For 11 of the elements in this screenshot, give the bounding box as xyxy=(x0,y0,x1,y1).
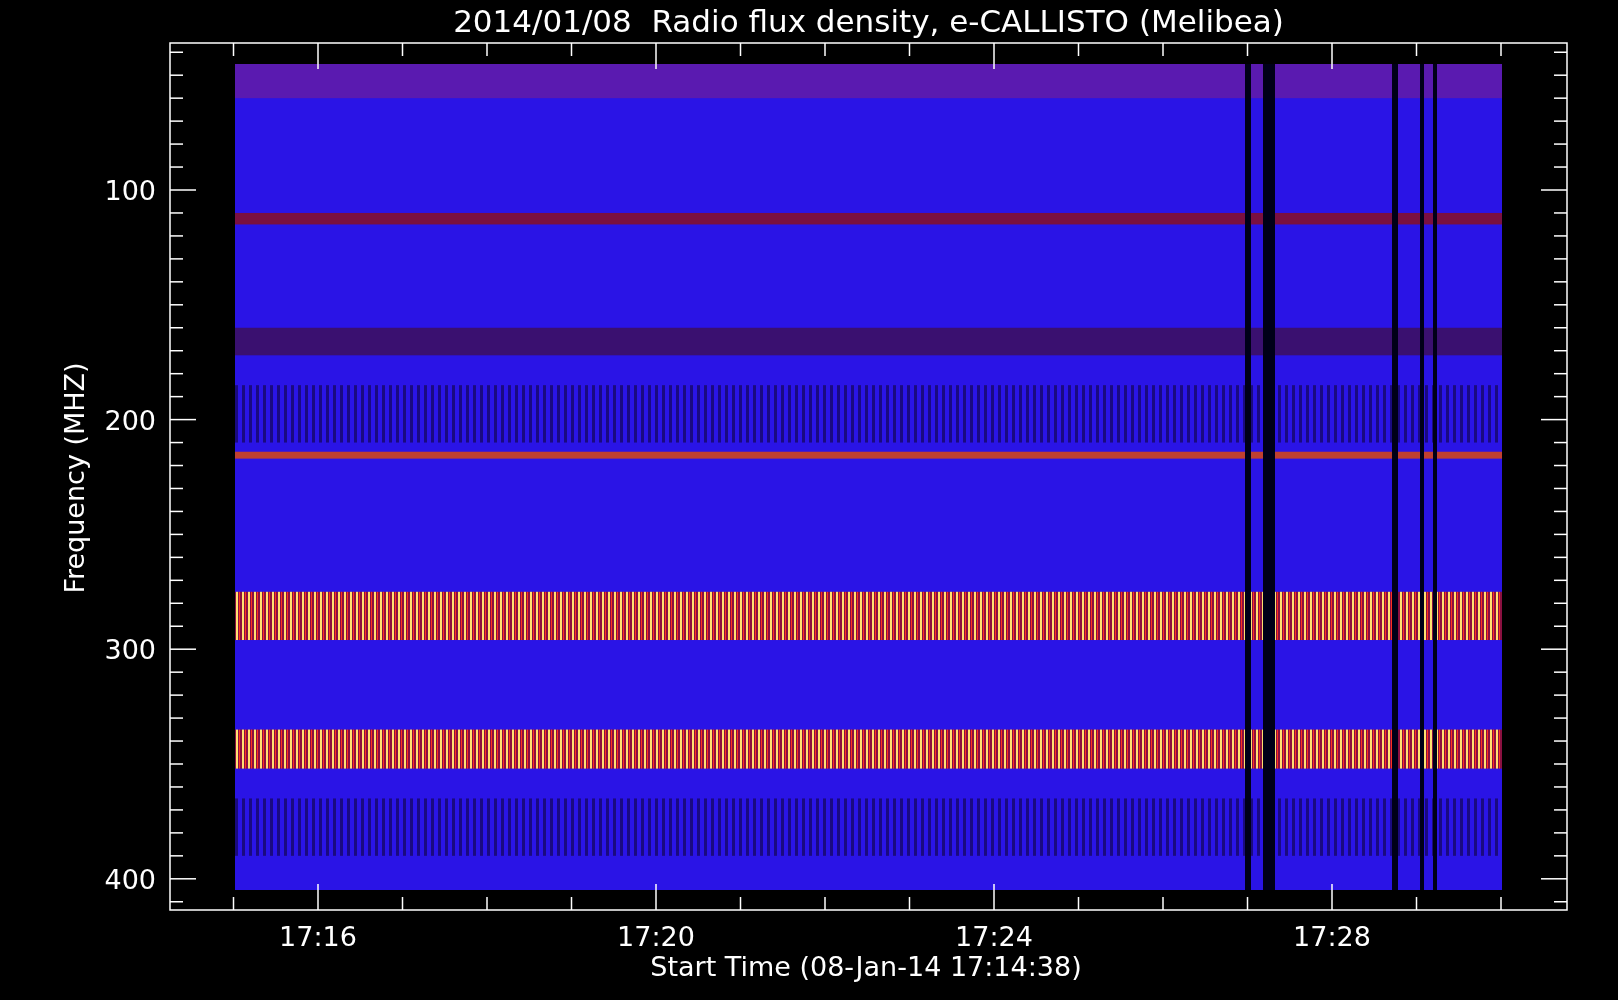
y-tick-label: 100 xyxy=(104,175,156,206)
y-tick-label: 200 xyxy=(104,404,156,436)
x-tick-label: 17:28 xyxy=(1293,921,1371,952)
x-tick-label: 17:20 xyxy=(617,921,695,952)
x-tick-label: 17:16 xyxy=(279,921,357,952)
chart-title: 2014/01/08 Radio flux density, e-CALLISTO (Melibea) xyxy=(453,3,1284,39)
x-tick-label: 17:24 xyxy=(955,921,1033,952)
y-axis-label: Frequency (MHZ) xyxy=(59,362,90,594)
y-tick-label: 400 xyxy=(104,863,156,895)
x-axis-label: Start Time (08-Jan-14 17:14:38) xyxy=(650,951,1082,982)
y-tick-label: 300 xyxy=(104,634,156,666)
